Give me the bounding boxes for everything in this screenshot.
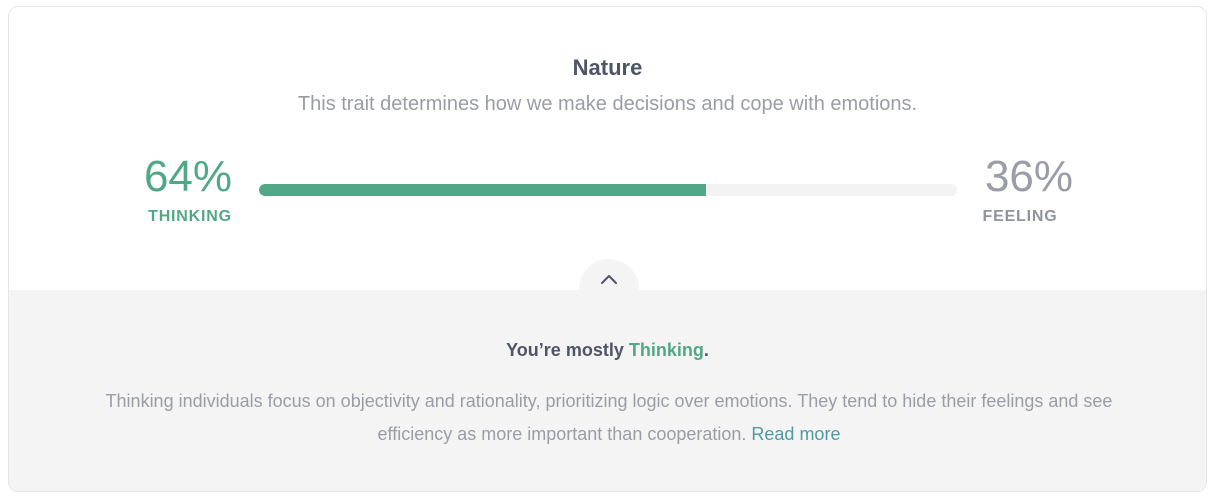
thinking-percent: 64% bbox=[143, 152, 233, 201]
summary-suffix: . bbox=[703, 340, 709, 360]
collapse-toggle-button[interactable] bbox=[579, 259, 639, 319]
summary-type: Thinking bbox=[628, 340, 704, 360]
feeling-label: FEELING bbox=[982, 208, 1058, 225]
read-more-link[interactable]: Read more bbox=[751, 424, 840, 444]
summary-prefix: You’re mostly bbox=[506, 340, 629, 360]
thinking-label: THINKING bbox=[148, 208, 232, 225]
feeling-percent: 36% bbox=[984, 152, 1074, 201]
trait-subtitle: This trait determines how we make decisi… bbox=[297, 93, 918, 115]
trait-card: Nature This trait determines how we make… bbox=[8, 6, 1207, 492]
chevron-up-icon bbox=[601, 275, 617, 284]
summary-headline: You’re mostly Thinking. bbox=[9, 340, 1206, 361]
summary-description: Thinking individuals focus on objectivit… bbox=[89, 385, 1129, 451]
trait-title: Nature bbox=[572, 55, 643, 80]
summary-description-text: Thinking individuals focus on objectivit… bbox=[105, 391, 1113, 444]
trait-progress-bar bbox=[259, 184, 957, 196]
trait-progress-fill bbox=[259, 184, 706, 196]
